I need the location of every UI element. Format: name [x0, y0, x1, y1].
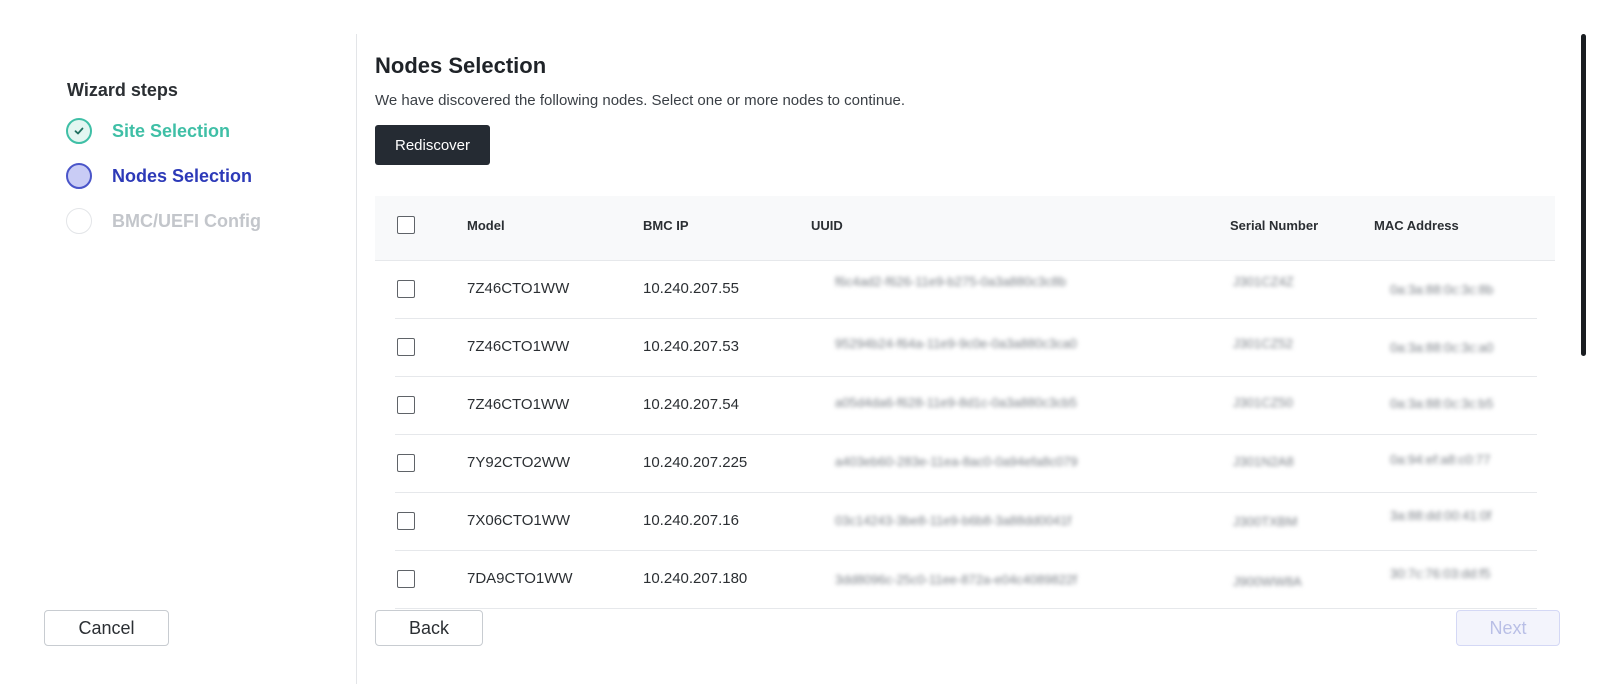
cell-mac-address: 0a:94:ef:a8:c0:77 [1390, 452, 1491, 467]
wizard-step-label: BMC/UEFI Config [112, 210, 261, 231]
cell-uuid: a403eb60-283e-11ea-8ac0-0a94efa8c079 [835, 454, 1078, 469]
step-current-indicator [66, 163, 92, 189]
cell-bmc-ip: 10.240.207.55 [643, 280, 739, 297]
row-checkbox[interactable] [397, 454, 415, 472]
back-button[interactable]: Back [375, 610, 483, 646]
cell-uuid: 95294b24-f64a-11e9-9c0e-0a3a880c3ca0 [835, 336, 1077, 351]
nodes-table: Model BMC IP UUID Serial Number MAC Addr… [375, 196, 1555, 626]
table-row[interactable]: 7DA9CTO1WW 10.240.207.180 3dd8096c-25c0-… [395, 550, 1537, 609]
step-pending-indicator [66, 208, 92, 234]
table-row[interactable]: 7Z46CTO1WW 10.240.207.54 a05d4da6-f628-1… [395, 376, 1537, 435]
cell-serial-number: J300TXBM [1233, 514, 1298, 529]
cell-uuid: 03c14243-3be8-11e9-b6b8-3a88dd0041f [835, 513, 1072, 528]
cell-serial-number: J301CZ4Z [1233, 274, 1294, 289]
scrollbar-thumb[interactable] [1581, 34, 1586, 356]
row-checkbox[interactable] [397, 396, 415, 414]
wizard-step-bmc-uefi-config: BMC/UEFI Config [66, 208, 261, 234]
table-row[interactable]: 7Z46CTO1WW 10.240.207.55 f6c4ad2-f626-11… [395, 260, 1537, 319]
cell-bmc-ip: 10.240.207.54 [643, 396, 739, 413]
column-header-model[interactable]: Model [467, 218, 505, 233]
main-panel: Nodes Selection We have discovered the f… [375, 34, 1560, 684]
column-header-bmc-ip[interactable]: BMC IP [643, 218, 689, 233]
row-checkbox[interactable] [397, 338, 415, 356]
row-checkbox[interactable] [397, 570, 415, 588]
wizard-step-site-selection[interactable]: Site Selection [66, 118, 230, 144]
step-complete-indicator [66, 118, 92, 144]
next-button[interactable]: Next [1456, 610, 1560, 646]
cell-serial-number: J301N2A8 [1233, 454, 1294, 469]
column-header-serial-number[interactable]: Serial Number [1230, 218, 1318, 233]
cell-bmc-ip: 10.240.207.16 [643, 512, 739, 529]
wizard-sidebar: Wizard steps Site Selection Nodes Select… [0, 34, 357, 684]
select-all-checkbox[interactable] [397, 216, 415, 234]
cell-model: 7Z46CTO1WW [467, 338, 570, 355]
row-checkbox[interactable] [397, 512, 415, 530]
cell-serial-number: J301CZ52 [1233, 336, 1293, 351]
page-title: Nodes Selection [375, 53, 547, 78]
cell-mac-address: 30:7c:76:03:dd:f5 [1390, 566, 1491, 581]
column-header-mac-address[interactable]: MAC Address [1374, 218, 1459, 233]
rediscover-button[interactable]: Rediscover [375, 125, 490, 165]
cell-uuid: a05d4da6-f628-11e9-8d1c-0a3a880c3cb5 [835, 395, 1077, 410]
cell-serial-number: J301CZ50 [1233, 395, 1293, 410]
wizard-step-label: Site Selection [112, 120, 231, 141]
cell-mac-address: 0a:3a:88:0c:3c:b5 [1390, 396, 1494, 411]
column-header-uuid[interactable]: UUID [811, 218, 843, 233]
cell-model: 7X06CTO1WW [467, 512, 571, 529]
cell-model: 7Z46CTO1WW [467, 396, 570, 413]
table-row[interactable]: 7Z46CTO1WW 10.240.207.53 95294b24-f64a-1… [395, 318, 1537, 377]
cancel-button[interactable]: Cancel [44, 610, 169, 646]
cell-mac-address: 0a:3a:88:0c:3c:8b [1390, 282, 1494, 297]
cell-bmc-ip: 10.240.207.53 [643, 338, 739, 355]
cell-uuid: f6c4ad2-f626-11e9-b275-0a3a880c3c8b [835, 274, 1067, 289]
table-row[interactable]: 7Y92CTO2WW 10.240.207.225 a403eb60-283e-… [395, 434, 1537, 493]
cell-bmc-ip: 10.240.207.225 [643, 454, 748, 471]
cell-uuid: 3dd8096c-25c0-11ee-872a-e04c4089822f [835, 572, 1077, 587]
cell-mac-address: 0a:3a:88:0c:3c:a0 [1390, 340, 1494, 355]
cell-bmc-ip: 10.240.207.180 [643, 570, 748, 587]
check-icon [74, 127, 84, 135]
wizard-steps-title: Wizard steps [67, 80, 178, 100]
page-description: We have discovered the following nodes. … [375, 92, 906, 109]
cell-model: 7Y92CTO2WW [467, 454, 571, 471]
cell-model: 7DA9CTO1WW [467, 570, 573, 587]
cell-serial-number: J900WW8A [1233, 574, 1302, 589]
wizard-step-nodes-selection[interactable]: Nodes Selection [66, 163, 252, 189]
cell-mac-address: 3a:88:dd:00:41:0f [1390, 508, 1492, 523]
table-row[interactable]: 7X06CTO1WW 10.240.207.16 03c14243-3be8-1… [395, 492, 1537, 551]
row-checkbox[interactable] [397, 280, 415, 298]
wizard-step-label: Nodes Selection [112, 165, 253, 186]
table-header: Model BMC IP UUID Serial Number MAC Addr… [375, 196, 1555, 261]
cell-model: 7Z46CTO1WW [467, 280, 570, 297]
